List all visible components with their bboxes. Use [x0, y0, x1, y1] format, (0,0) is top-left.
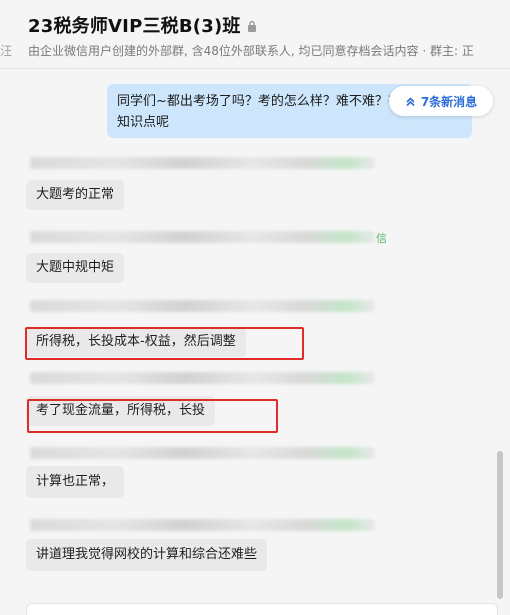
- message-list[interactable]: 同学们~都出考场了吗？考的怎么样？难不难？有没有哪些知识点呢 7条新消息 大题考…: [0, 69, 510, 615]
- group-subtitle: 由企业微信用户创建的外部群, 含48位外部联系人, 均已同意存档会话内容 · 群…: [28, 44, 474, 58]
- sender-name-blurred: [30, 300, 375, 312]
- chat-header: 汪 23税务师VIP三税B(3)班 由企业微信用户创建的外部群, 含48位外部联…: [0, 0, 510, 69]
- highlight-box: [27, 399, 278, 433]
- sender-name-blurred: [30, 231, 375, 243]
- sender-name-blurred: [30, 519, 375, 531]
- message-input-area[interactable]: [26, 603, 498, 615]
- title-row: 23税务师VIP三税B(3)班: [28, 12, 257, 38]
- left-edge-text: 汪: [0, 44, 13, 58]
- message-bubble: 讲道理我觉得网校的计算和综合还难些: [26, 539, 268, 571]
- message-bubble: 大题中规中矩: [26, 253, 125, 283]
- message-bubble: 大题考的正常: [26, 180, 125, 210]
- lock-icon: [247, 20, 256, 32]
- highlight-box: [25, 327, 304, 360]
- sender-name-blurred: [30, 157, 375, 169]
- scrollbar[interactable]: [497, 451, 503, 599]
- sender-name-fragment: 信: [376, 232, 387, 245]
- sender-name-blurred: [30, 372, 375, 384]
- new-messages-label: 7条新消息: [420, 94, 478, 109]
- double-chevron-up-icon: [406, 96, 415, 106]
- group-title[interactable]: 23税务师VIP三税B(3)班: [28, 12, 241, 38]
- sender-name-blurred: [30, 447, 375, 459]
- message-bubble: 计算也正常，: [26, 466, 125, 498]
- new-messages-button[interactable]: 7条新消息: [389, 86, 493, 116]
